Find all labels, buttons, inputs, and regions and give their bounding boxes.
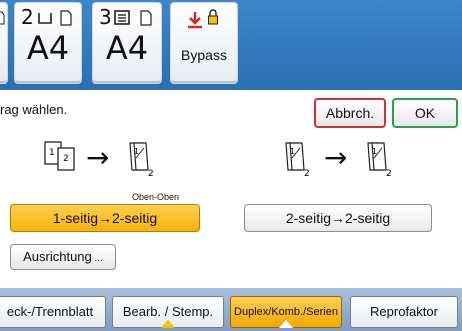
more-options-icon: ...	[91, 253, 103, 264]
tray-partial[interactable]	[0, 2, 8, 84]
tray-size: A4	[105, 29, 149, 67]
bypass-label: Bypass	[181, 47, 227, 63]
page-one-label: 1	[49, 148, 55, 158]
ok-button[interactable]: OK	[392, 98, 458, 128]
tab-label: Bearb. / Stemp.	[122, 304, 214, 319]
orientation-caption: Oben-Oben	[132, 192, 180, 202]
orientation-button[interactable]: Ausrichtung ...	[10, 244, 116, 270]
tray-icon	[114, 10, 152, 26]
bypass-arrow-icon	[188, 12, 202, 29]
page-two-label: 2	[63, 154, 69, 164]
page-two-label: 2	[304, 169, 310, 179]
tab-label: Reprofaktor	[370, 304, 438, 319]
tab-cover-separator[interactable]: eck-/Trennblatt	[0, 296, 106, 328]
tray-size: A4	[26, 29, 70, 67]
tab-duplex-combine-series[interactable]: Duplex/Komb./Serien	[230, 296, 342, 328]
page-one-label: 1	[134, 147, 139, 156]
page-one-label: 1	[372, 147, 377, 156]
bypass-tray-button[interactable]: Bypass	[170, 2, 238, 84]
tab-reduce-enlarge[interactable]: Reprofaktor	[350, 296, 458, 328]
tray-2-button[interactable]: 2 A4	[14, 2, 82, 84]
instruction-text: rag wählen.	[0, 102, 68, 117]
tray-number: 2	[21, 5, 34, 29]
cancel-button[interactable]: Abbrch.	[314, 98, 386, 128]
tab-edit-stamp[interactable]: Bearb. / Stemp.	[112, 296, 224, 328]
tray-icon	[38, 10, 72, 26]
paper-tray-bar: 2 A4 3 A4 Bypass	[0, 0, 462, 90]
right-arrow-icon: →	[324, 141, 348, 174]
orientation-label: Ausrichtung	[23, 249, 92, 264]
one-to-two-sided-button[interactable]: 1-seitig→2-seitig	[10, 204, 200, 232]
page-two-label: 2	[386, 169, 392, 179]
page-one-label: 1	[290, 147, 295, 156]
function-tab-bar: eck-/Trennblatt Bearb. / Stemp. Duplex/K…	[0, 288, 462, 331]
tab-label: eck-/Trennblatt	[6, 304, 94, 319]
tab-label: Duplex/Komb./Serien	[234, 306, 338, 318]
tab-indicator-icon	[161, 320, 175, 328]
right-arrow-icon: →	[86, 141, 110, 174]
tray-3-button[interactable]: 3 A4	[92, 2, 162, 84]
duplex-page-icon: 1 2	[367, 142, 392, 179]
lock-icon	[208, 9, 218, 25]
page-two-label: 2	[148, 169, 154, 179]
two-single-pages-icon: 1 2	[44, 141, 75, 171]
duplex-page-icon: 1 2	[129, 142, 154, 179]
duplex-page-icon: 1 2	[285, 142, 310, 179]
tab-indicator-icon	[279, 320, 293, 328]
two-to-two-sided-button[interactable]: 2-seitig→2-seitig	[244, 204, 432, 232]
tray-icon	[0, 11, 5, 25]
tray-number: 3	[99, 5, 112, 29]
